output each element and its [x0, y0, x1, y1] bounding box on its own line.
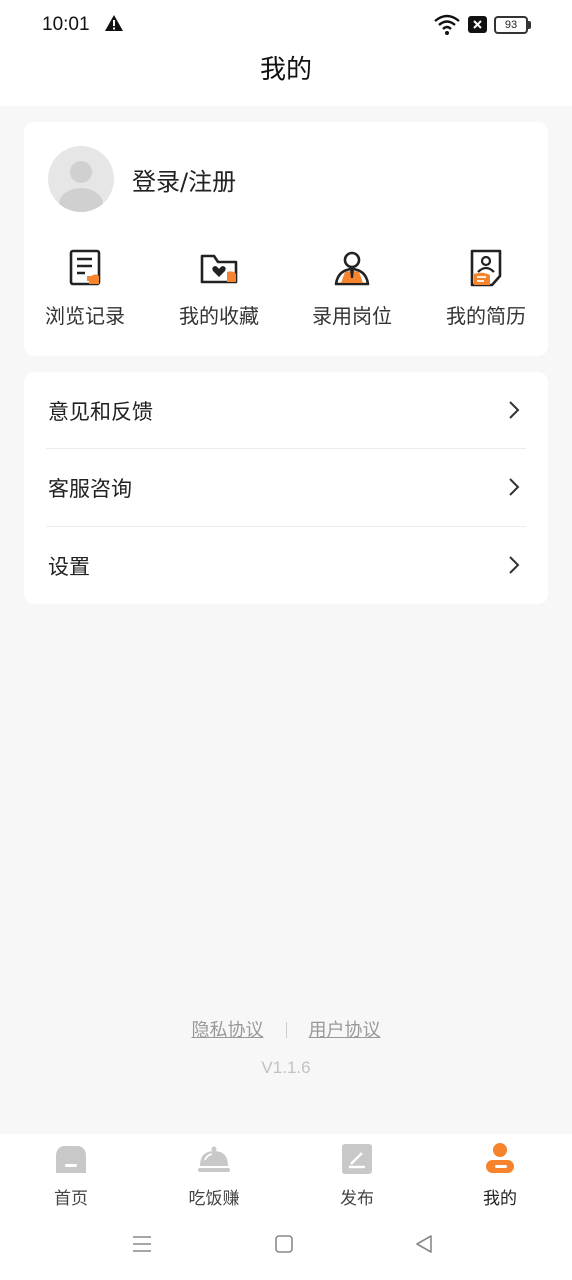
battery-icon: 93 [494, 16, 532, 34]
page-title: 我的 [259, 55, 312, 85]
tab-home[interactable]: 首页 [16, 1142, 126, 1209]
chevron-right-icon [509, 556, 520, 574]
link-separator [285, 1022, 287, 1038]
quick-action-label: 我的收藏 [179, 304, 259, 328]
status-bar: 10:01 93 [0, 0, 572, 50]
quick-action-label: 我的简历 [446, 304, 526, 328]
page-header: 我的 [0, 50, 572, 106]
tab-label: 发布 [340, 1189, 374, 1209]
app-version: V1.1.6 [261, 1058, 311, 1077]
food-cloche-icon [198, 1146, 230, 1172]
menu-item-settings[interactable]: 设置 [24, 527, 548, 604]
profile-icon [486, 1143, 514, 1173]
footer-links: 隐私协议 用户协议 [0, 1016, 572, 1042]
tab-label: 吃饭赚 [188, 1189, 240, 1209]
login-register-link[interactable]: 登录/注册 [132, 162, 236, 197]
tab-label: 我的 [483, 1189, 517, 1209]
menu-icon[interactable] [130, 1232, 154, 1256]
quick-action-favorites[interactable]: 我的收藏 [164, 248, 274, 329]
menu-item-feedback[interactable]: 意见和反馈 [24, 372, 548, 449]
resume-icon [470, 249, 502, 287]
quick-action-label: 浏览记录 [45, 304, 125, 328]
quick-action-label: 录用岗位 [312, 304, 392, 328]
home-icon [56, 1146, 86, 1173]
back-triangle-icon[interactable] [412, 1232, 436, 1256]
quick-action-resume[interactable]: 我的简历 [431, 248, 541, 329]
user-agreement-link[interactable]: 用户协议 [309, 1020, 381, 1041]
status-time: 10:01 [42, 14, 90, 35]
settings-menu: 意见和反馈 客服咨询 设置 [24, 372, 548, 604]
tab-eat-earn[interactable]: 吃饭赚 [159, 1142, 269, 1209]
menu-item-label: 设置 [48, 555, 90, 579]
warning-icon [105, 15, 123, 31]
avatar[interactable] [48, 146, 114, 212]
tab-label: 首页 [54, 1189, 88, 1209]
quick-action-history[interactable]: 浏览记录 [30, 248, 140, 329]
hired-position-icon [334, 251, 370, 286]
menu-item-label: 客服咨询 [48, 477, 132, 501]
privacy-policy-link[interactable]: 隐私协议 [192, 1020, 264, 1041]
tab-mine[interactable]: 我的 [445, 1142, 555, 1209]
favorites-folder-icon [200, 254, 238, 284]
history-icon [69, 249, 101, 286]
menu-item-label: 意见和反馈 [48, 400, 153, 424]
menu-item-customer-service[interactable]: 客服咨询 [24, 449, 548, 526]
chevron-right-icon [509, 478, 520, 496]
tab-publish[interactable]: 发布 [302, 1142, 412, 1209]
home-square-icon[interactable] [272, 1232, 296, 1256]
chevron-right-icon [509, 401, 520, 419]
quick-action-hired[interactable]: 录用岗位 [297, 248, 407, 329]
default-avatar-icon [59, 161, 103, 212]
profile-card: 登录/注册 浏览记录 我的收藏 录用岗位 我的简历 [24, 122, 548, 356]
publish-edit-icon [342, 1144, 372, 1174]
wifi-icon [434, 14, 460, 35]
system-nav-bar [0, 1224, 572, 1264]
sim-off-icon [468, 16, 487, 33]
